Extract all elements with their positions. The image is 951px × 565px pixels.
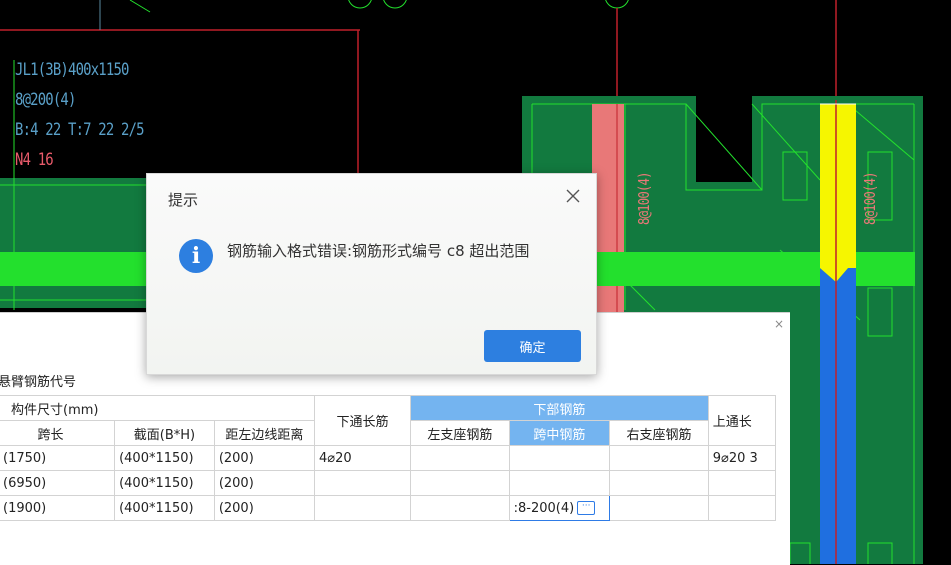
header-left-support[interactable]: 左支座钢筋 (410, 420, 510, 446)
cell-left-dist[interactable]: (200) (213, 495, 315, 521)
cell-right-support[interactable] (609, 495, 709, 521)
header-mid-span[interactable]: 跨中钢筋 (508, 420, 611, 446)
cell-span[interactable]: (6950) (0, 470, 116, 496)
header-size-group: 构件尺寸(mm) (0, 395, 315, 421)
info-icon: i (179, 239, 213, 273)
cell-section[interactable]: (400*1150) (114, 495, 215, 521)
header-bottom-through[interactable]: 下通长筋 (313, 395, 412, 446)
header-section[interactable]: 截面(B*H) (114, 420, 215, 446)
cell-span[interactable]: (1750) (0, 445, 116, 471)
header-left-dist[interactable]: 距左边线距离 (213, 420, 315, 446)
cell-left-support[interactable] (410, 495, 510, 521)
cell-right-support[interactable] (609, 470, 709, 496)
beam-label-name: JL1(3B)400x1150 (15, 60, 129, 80)
beam-label-rebar: B:4 22 T:7 22 2/5 (15, 120, 145, 140)
close-icon[interactable] (566, 186, 580, 206)
mid-span-input-value[interactable]: :8-200(4) (514, 501, 575, 516)
cell-right-support[interactable] (609, 445, 709, 471)
panel-close-icon[interactable]: × (774, 317, 784, 331)
cell-mid-span[interactable] (508, 470, 611, 496)
cell-span[interactable]: (1900) (0, 495, 116, 521)
cell-section[interactable]: (400*1150) (114, 445, 215, 471)
column-label-right: 8@100(4) (861, 172, 879, 225)
cell-mid-span[interactable] (508, 445, 611, 471)
cell-section[interactable]: (400*1150) (114, 470, 215, 496)
cell-top-through[interactable]: 9⌀20 3 (707, 445, 777, 471)
beam-label-stirrup: 8@200(4) (15, 90, 76, 110)
edit-ellipsis-button[interactable]: ··· (577, 501, 596, 515)
beam-label-side: N4 16 (15, 150, 54, 170)
header-bottom-group: 下部钢筋 (410, 395, 709, 421)
dialog-message: 钢筋输入格式错误:钢筋形式编号 c8 超出范围 (227, 242, 530, 260)
header-span[interactable]: 跨长 (0, 420, 116, 446)
cell-mid-span-editing[interactable]: :8-200(4) ··· (508, 495, 611, 521)
error-dialog: 提示 i 钢筋输入格式错误:钢筋形式编号 c8 超出范围 确定 (146, 173, 597, 375)
cell-left-support[interactable] (410, 445, 510, 471)
cell-left-support[interactable] (410, 470, 510, 496)
cell-bottom-through[interactable] (313, 470, 412, 496)
header-top-through[interactable]: 上通长 (707, 395, 777, 446)
column-label-left: 8@100(4) (635, 172, 653, 225)
table-row[interactable]: (1900) (400*1150) (200) :8-200(4) ··· (0, 495, 777, 521)
cell-bottom-through[interactable]: 4⌀20 (313, 445, 412, 471)
cell-top-through[interactable] (707, 470, 777, 496)
table-row[interactable]: (1750) (400*1150) (200) 4⌀20 9⌀20 3 (0, 445, 777, 471)
cell-bottom-through[interactable] (313, 495, 412, 521)
header-right-support[interactable]: 右支座钢筋 (609, 420, 709, 446)
table-row[interactable]: (6950) (400*1150) (200) (0, 470, 777, 496)
cell-top-through[interactable] (707, 495, 777, 521)
rebar-table: 构件尺寸(mm) 下通长筋 下部钢筋 上通长 跨长 截面(B*H) 距左边线距离… (0, 395, 777, 521)
dialog-title: 提示 (168, 191, 199, 209)
ok-button[interactable]: 确定 (484, 330, 581, 362)
cell-left-dist[interactable]: (200) (213, 470, 315, 496)
cantilever-rebar-label: 悬臂钢筋代号 (0, 375, 77, 390)
cell-left-dist[interactable]: (200) (213, 445, 315, 471)
